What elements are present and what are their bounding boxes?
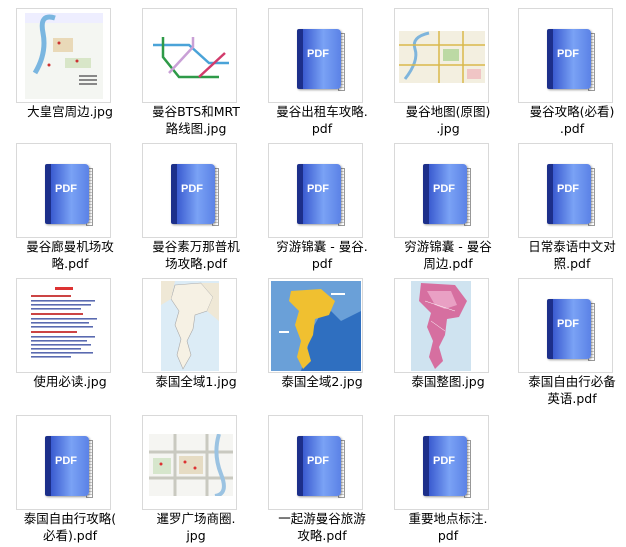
image-thumbnail[interactable]: [16, 278, 111, 373]
pdf-badge: PDF: [557, 318, 579, 330]
pdf-file-icon[interactable]: PDF: [518, 278, 613, 373]
image-thumbnail[interactable]: [394, 8, 489, 103]
image-thumbnail[interactable]: [394, 278, 489, 373]
pdf-badge: PDF: [433, 183, 455, 195]
image-thumbnail[interactable]: [142, 415, 237, 510]
image-thumbnail[interactable]: [142, 8, 237, 103]
pdf-file-icon[interactable]: PDF: [518, 143, 613, 238]
pdf-file-icon[interactable]: PDF: [268, 143, 363, 238]
pdf-file-icon[interactable]: PDF: [16, 415, 111, 510]
file-name: 泰国全域2.jpg: [281, 374, 363, 389]
pdf-badge: PDF: [557, 183, 579, 195]
pdf-badge: PDF: [307, 455, 329, 467]
pdf-file-icon[interactable]: PDF: [142, 143, 237, 238]
file-name: 穷游锦囊 - 曼谷 周边.pdf: [404, 239, 492, 271]
pdf-badge: PDF: [433, 455, 455, 467]
file-name: 大皇宫周边.jpg: [27, 104, 113, 119]
pdf-book-icon: PDF: [171, 164, 219, 226]
file-name: 泰国整图.jpg: [411, 374, 485, 389]
pdf-book-icon: PDF: [423, 164, 471, 226]
pdf-badge: PDF: [55, 183, 77, 195]
pdf-file-icon[interactable]: PDF: [394, 415, 489, 510]
pdf-book-icon: PDF: [423, 436, 471, 498]
image-thumbnail[interactable]: [268, 278, 363, 373]
pdf-book-icon: PDF: [297, 436, 345, 498]
pdf-badge: PDF: [55, 455, 77, 467]
pdf-badge: PDF: [307, 48, 329, 60]
pdf-file-icon[interactable]: PDF: [518, 8, 613, 103]
pdf-book-icon: PDF: [547, 164, 595, 226]
image-thumbnail[interactable]: [16, 8, 111, 103]
file-name: 曼谷攻略(必看) .pdf: [529, 104, 615, 136]
file-name: 曼谷地图(原图) .jpg: [405, 104, 491, 136]
file-name: 曼谷出租车攻略. pdf: [276, 104, 368, 136]
pdf-file-icon[interactable]: PDF: [16, 143, 111, 238]
file-name: 一起游曼谷旅游 攻略.pdf: [278, 511, 366, 543]
file-name: 日常泰语中文对 照.pdf: [528, 239, 616, 271]
image-thumbnail[interactable]: [142, 278, 237, 373]
pdf-file-icon[interactable]: PDF: [268, 415, 363, 510]
pdf-book-icon: PDF: [45, 164, 93, 226]
pdf-badge: PDF: [181, 183, 203, 195]
pdf-book-icon: PDF: [547, 29, 595, 91]
file-grid: 大皇宫周边.jpg 曼谷BTS和MRT 路线图.jpg PDF 曼谷出租车攻略. …: [0, 0, 626, 547]
file-name: 使用必读.jpg: [33, 374, 107, 389]
file-name: 曼谷素万那普机 场攻略.pdf: [152, 239, 240, 271]
pdf-book-icon: PDF: [297, 164, 345, 226]
file-name: 穷游锦囊 - 曼谷. pdf: [276, 239, 368, 271]
file-name: 泰国自由行攻略( 必看).pdf: [23, 511, 117, 543]
file-name: 曼谷廊曼机场攻 略.pdf: [26, 239, 114, 271]
file-name: 泰国自由行必备 英语.pdf: [528, 374, 616, 406]
pdf-file-icon[interactable]: PDF: [268, 8, 363, 103]
pdf-badge: PDF: [557, 48, 579, 60]
pdf-book-icon: PDF: [297, 29, 345, 91]
pdf-badge: PDF: [307, 183, 329, 195]
pdf-file-icon[interactable]: PDF: [394, 143, 489, 238]
file-name: 重要地点标注. pdf: [408, 511, 488, 543]
file-name: 暹罗广场商圈. jpg: [156, 511, 236, 543]
file-name: 曼谷BTS和MRT 路线图.jpg: [152, 104, 240, 136]
pdf-book-icon: PDF: [45, 436, 93, 498]
file-name: 泰国全域1.jpg: [155, 374, 237, 389]
pdf-book-icon: PDF: [547, 299, 595, 361]
